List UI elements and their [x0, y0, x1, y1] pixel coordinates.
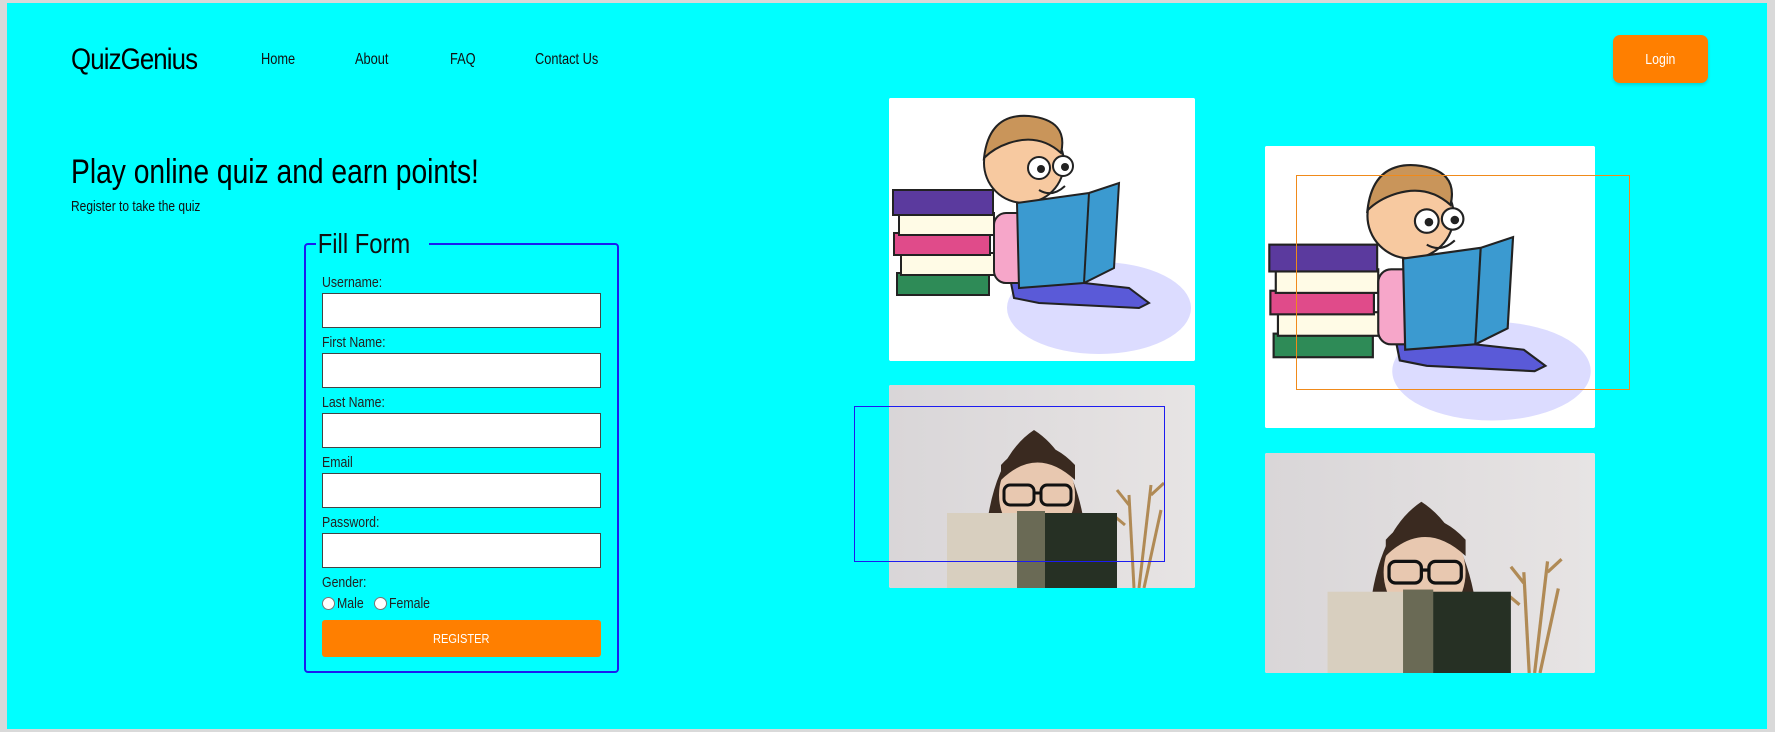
gender-options: Male Female	[322, 595, 601, 612]
email-input[interactable]	[322, 473, 601, 508]
last-name-input[interactable]	[322, 413, 601, 448]
nav-faq[interactable]: FAQ	[450, 51, 476, 69]
login-button-label: Login	[1645, 50, 1676, 68]
hero-subtitle: Register to take the quiz	[71, 198, 201, 215]
register-form: Fill Form Username: First Name: Last Nam…	[304, 228, 619, 673]
nav-home[interactable]: Home	[261, 51, 295, 69]
woman-reading-image	[889, 385, 1195, 588]
username-input[interactable]	[322, 293, 601, 328]
password-input[interactable]	[322, 533, 601, 568]
female-radio[interactable]	[373, 597, 387, 610]
last-name-label: Last Name:	[322, 394, 385, 411]
password-label: Password:	[322, 514, 380, 531]
woman-reading-photo-large	[1265, 453, 1595, 673]
woman-reading-image-large	[1265, 453, 1595, 673]
first-name-label: First Name:	[322, 334, 386, 351]
boy-reading-image	[889, 98, 1195, 361]
male-label: Male	[337, 595, 364, 612]
nav-contact-us[interactable]: Contact Us	[535, 51, 598, 69]
nav-about[interactable]: About	[355, 51, 388, 69]
page-background: QuizGenius Home About FAQ Contact Us Log…	[7, 3, 1767, 729]
boy-reading-image-large	[1265, 146, 1595, 428]
register-button-label: REGISTER	[433, 631, 490, 646]
email-label: Email	[322, 454, 353, 471]
boy-reading-illustration-large	[1265, 146, 1595, 428]
first-name-input[interactable]	[322, 353, 601, 388]
woman-reading-photo	[889, 385, 1195, 588]
gender-label: Gender:	[322, 574, 367, 591]
login-button[interactable]: Login	[1613, 35, 1708, 83]
hero-title: Play online quiz and earn points!	[71, 153, 479, 191]
male-radio[interactable]	[322, 597, 335, 610]
boy-reading-illustration	[889, 98, 1195, 361]
form-legend: Fill Form	[317, 228, 411, 259]
female-label: Female	[388, 595, 430, 612]
register-button[interactable]: REGISTER	[322, 620, 601, 657]
brand-logo[interactable]: QuizGenius	[71, 43, 198, 77]
username-label: Username:	[322, 274, 383, 291]
